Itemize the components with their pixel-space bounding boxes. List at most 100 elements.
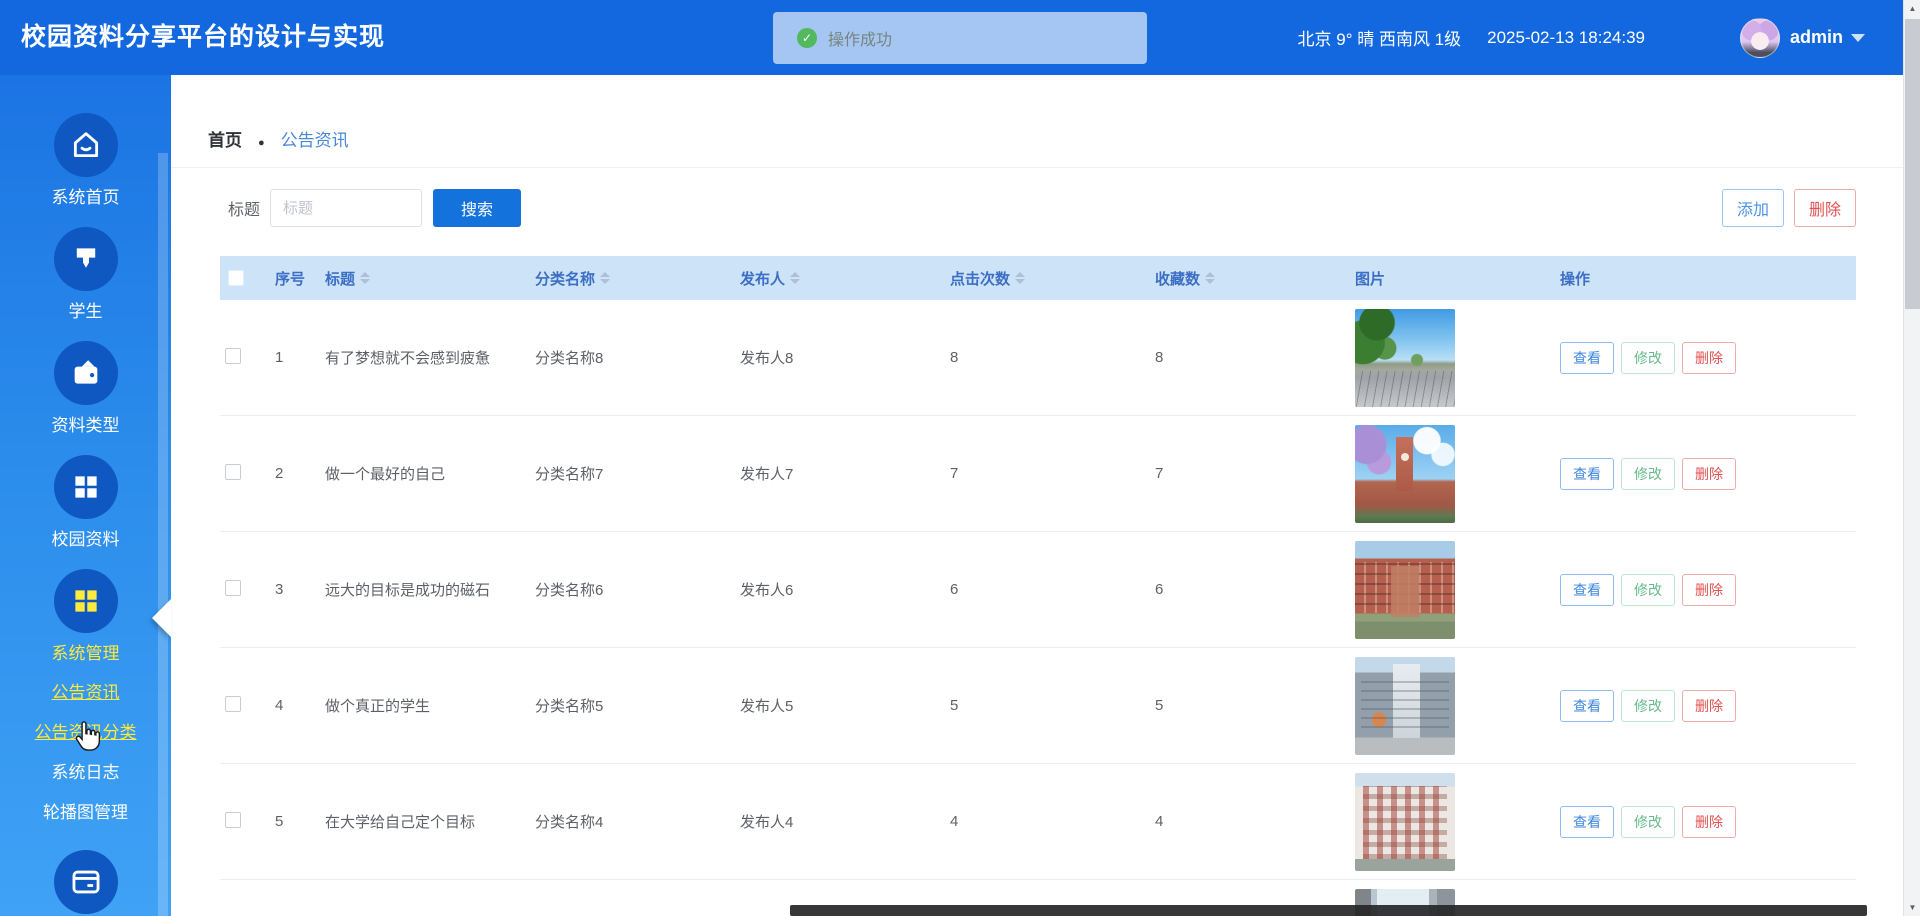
row-checkbox[interactable] <box>225 580 241 596</box>
breadcrumb: 首页 ● 公告资讯 <box>171 75 1920 168</box>
delete-row-button[interactable]: 删除 <box>1682 342 1736 374</box>
username[interactable]: admin <box>1790 27 1843 48</box>
sort-icon[interactable] <box>1205 272 1215 284</box>
weather-text: 北京 9° 晴 西南风 1级 <box>1298 25 1462 50</box>
sidebar-subitem-system-log[interactable]: 系统日志 <box>0 758 171 783</box>
search-button[interactable]: 搜索 <box>433 189 521 227</box>
sidebar-item-system-manage[interactable]: 系统管理 <box>0 569 171 664</box>
col-header-favorites[interactable]: 收藏数 <box>1150 268 1350 289</box>
user-avatar[interactable] <box>1740 18 1780 58</box>
sidebar-item-student[interactable]: 学生 <box>0 227 171 322</box>
app-header: 校园资料分享平台的设计与实现 ✓ 操作成功 北京 9° 晴 西南风 1级 202… <box>0 0 1920 75</box>
mouse-hand-cursor-icon <box>74 720 102 752</box>
col-header-clicks[interactable]: 点击次数 <box>945 268 1150 289</box>
cell-category: 分类名称4 <box>530 811 735 832</box>
view-button[interactable]: 查看 <box>1560 806 1614 838</box>
sidebar-item-material-type[interactable]: 资料类型 <box>0 341 171 436</box>
delete-row-button[interactable]: 删除 <box>1682 806 1736 838</box>
student-icon <box>54 227 118 291</box>
col-header-actions: 操作 <box>1555 268 1856 289</box>
cell-title: 远大的目标是成功的磁石 <box>320 579 530 600</box>
edit-button[interactable]: 修改 <box>1621 458 1675 490</box>
sort-icon[interactable] <box>790 272 800 284</box>
row-actions: 查看 修改 删除 <box>1555 574 1856 606</box>
col-header-title[interactable]: 标题 <box>320 268 530 289</box>
row-photo-red-building <box>1355 541 1455 639</box>
sidebar-item-label: 资料类型 <box>0 411 171 436</box>
announcement-table: 序号 标题 分类名称 发布人 点击次数 收藏数 图片 操作 1 有了梦想就不会感… <box>220 256 1856 916</box>
view-button[interactable]: 查看 <box>1560 690 1614 722</box>
datetime-text: 2025-02-13 18:24:39 <box>1487 28 1645 48</box>
cell-index: 1 <box>260 349 320 366</box>
delete-row-button[interactable]: 删除 <box>1682 458 1736 490</box>
cell-favorites: 7 <box>1150 465 1350 482</box>
view-button[interactable]: 查看 <box>1560 458 1614 490</box>
select-all-checkbox[interactable] <box>228 270 244 286</box>
sort-icon[interactable] <box>600 272 610 284</box>
row-photo-clock-tower <box>1355 425 1455 523</box>
col-header-publisher[interactable]: 发布人 <box>735 268 945 289</box>
sidebar-notch-arrow <box>152 599 171 637</box>
row-checkbox[interactable] <box>225 696 241 712</box>
row-photo-white-red-building <box>1355 773 1455 871</box>
cell-favorites: 4 <box>1150 813 1350 830</box>
sidebar-item-label: 学生 <box>0 297 171 322</box>
row-checkbox[interactable] <box>225 348 241 364</box>
breadcrumb-home-link[interactable]: 首页 <box>208 126 242 151</box>
edit-button[interactable]: 修改 <box>1621 574 1675 606</box>
sidebar-subitem-announcement[interactable]: 公告资讯 <box>0 678 171 703</box>
system-manage-icon <box>54 569 118 633</box>
row-actions: 查看 修改 删除 <box>1555 806 1856 838</box>
sidebar-subitem-banner-manage[interactable]: 轮播图管理 <box>0 798 171 823</box>
sort-icon[interactable] <box>1015 272 1025 284</box>
cell-title: 有了梦想就不会感到疲惫 <box>320 347 530 368</box>
cell-favorites: 8 <box>1150 349 1350 366</box>
row-checkbox[interactable] <box>225 464 241 480</box>
breadcrumb-separator: ● <box>258 137 265 149</box>
delete-row-button[interactable]: 删除 <box>1682 690 1736 722</box>
row-actions: 查看 修改 删除 <box>1555 458 1856 490</box>
row-photo-campus-track <box>1355 309 1455 407</box>
delete-button[interactable]: 删除 <box>1794 189 1856 227</box>
edit-button[interactable]: 修改 <box>1621 690 1675 722</box>
sidebar-item-label: 校园资料 <box>0 525 171 550</box>
sort-icon[interactable] <box>360 272 370 284</box>
window-scrollbar[interactable]: ▲ ▼ <box>1903 0 1920 916</box>
view-button[interactable]: 查看 <box>1560 342 1614 374</box>
search-label: 标题 <box>228 196 260 220</box>
scrollbar-thumb[interactable] <box>1905 19 1920 309</box>
delete-row-button[interactable]: 删除 <box>1682 574 1736 606</box>
row-checkbox[interactable] <box>225 812 241 828</box>
material-type-icon <box>54 341 118 405</box>
view-button[interactable]: 查看 <box>1560 574 1614 606</box>
table-row: 3 远大的目标是成功的磁石 分类名称6 发布人6 6 6 查看 修改 删除 <box>220 532 1856 648</box>
edit-button[interactable]: 修改 <box>1621 342 1675 374</box>
cell-publisher: 发布人5 <box>735 695 945 716</box>
app-window: 校园资料分享平台的设计与实现 ✓ 操作成功 北京 9° 晴 西南风 1级 202… <box>0 0 1920 916</box>
sidebar: 系统首页 学生 资料类型 校园资料 系统管理 公告资讯 <box>0 75 171 916</box>
sidebar-item-banner[interactable] <box>0 850 171 914</box>
add-button[interactable]: 添加 <box>1722 189 1784 227</box>
user-dropdown-caret-icon[interactable] <box>1851 34 1865 42</box>
breadcrumb-current-link[interactable]: 公告资讯 <box>281 126 349 151</box>
row-actions: 查看 修改 删除 <box>1555 690 1856 722</box>
cell-index: 4 <box>260 697 320 714</box>
cell-clicks: 5 <box>945 697 1150 714</box>
sidebar-item-campus-material[interactable]: 校园资料 <box>0 455 171 550</box>
scrollbar-down-arrow-icon[interactable]: ▼ <box>1904 899 1920 916</box>
campus-material-icon <box>54 455 118 519</box>
scrollbar-up-arrow-icon[interactable]: ▲ <box>1904 0 1920 17</box>
sidebar-item-home[interactable]: 系统首页 <box>0 113 171 208</box>
table-row: 2 做一个最好的自己 分类名称7 发布人7 7 7 查看 修改 删除 <box>220 416 1856 532</box>
search-input[interactable] <box>270 189 422 227</box>
sidebar-item-label: 系统管理 <box>0 639 171 664</box>
edit-button[interactable]: 修改 <box>1621 806 1675 838</box>
sidebar-item-label: 系统首页 <box>0 183 171 208</box>
cell-index: 2 <box>260 465 320 482</box>
cell-category: 分类名称8 <box>530 347 735 368</box>
col-header-category[interactable]: 分类名称 <box>530 268 735 289</box>
cell-publisher: 发布人8 <box>735 347 945 368</box>
row-actions: 查看 修改 删除 <box>1555 342 1856 374</box>
cell-publisher: 发布人4 <box>735 811 945 832</box>
toolbar: 标题 搜索 添加 删除 <box>171 189 1920 227</box>
